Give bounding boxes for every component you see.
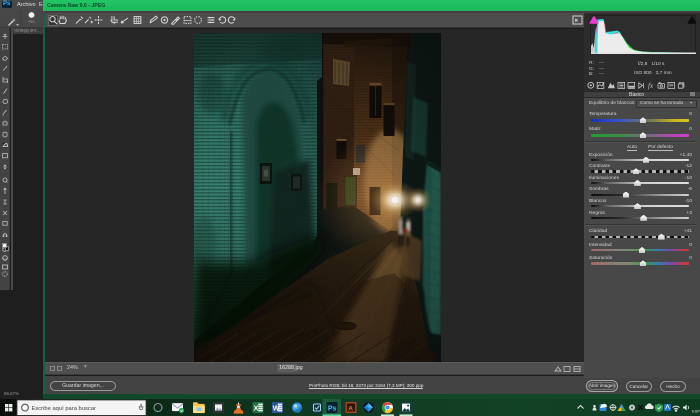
svg-text:RES.: RES.	[29, 19, 36, 23]
svg-text:Escribe aquí para buscar: Escribe aquí para buscar	[32, 406, 97, 412]
svg-text:A: A	[348, 405, 353, 412]
svg-text:Ps: Ps	[328, 406, 337, 413]
svg-text:ESP: ESP	[692, 409, 700, 414]
svg-text:X: X	[254, 404, 259, 413]
svg-text:fx: fx	[648, 82, 654, 90]
svg-text:W: W	[273, 404, 280, 413]
